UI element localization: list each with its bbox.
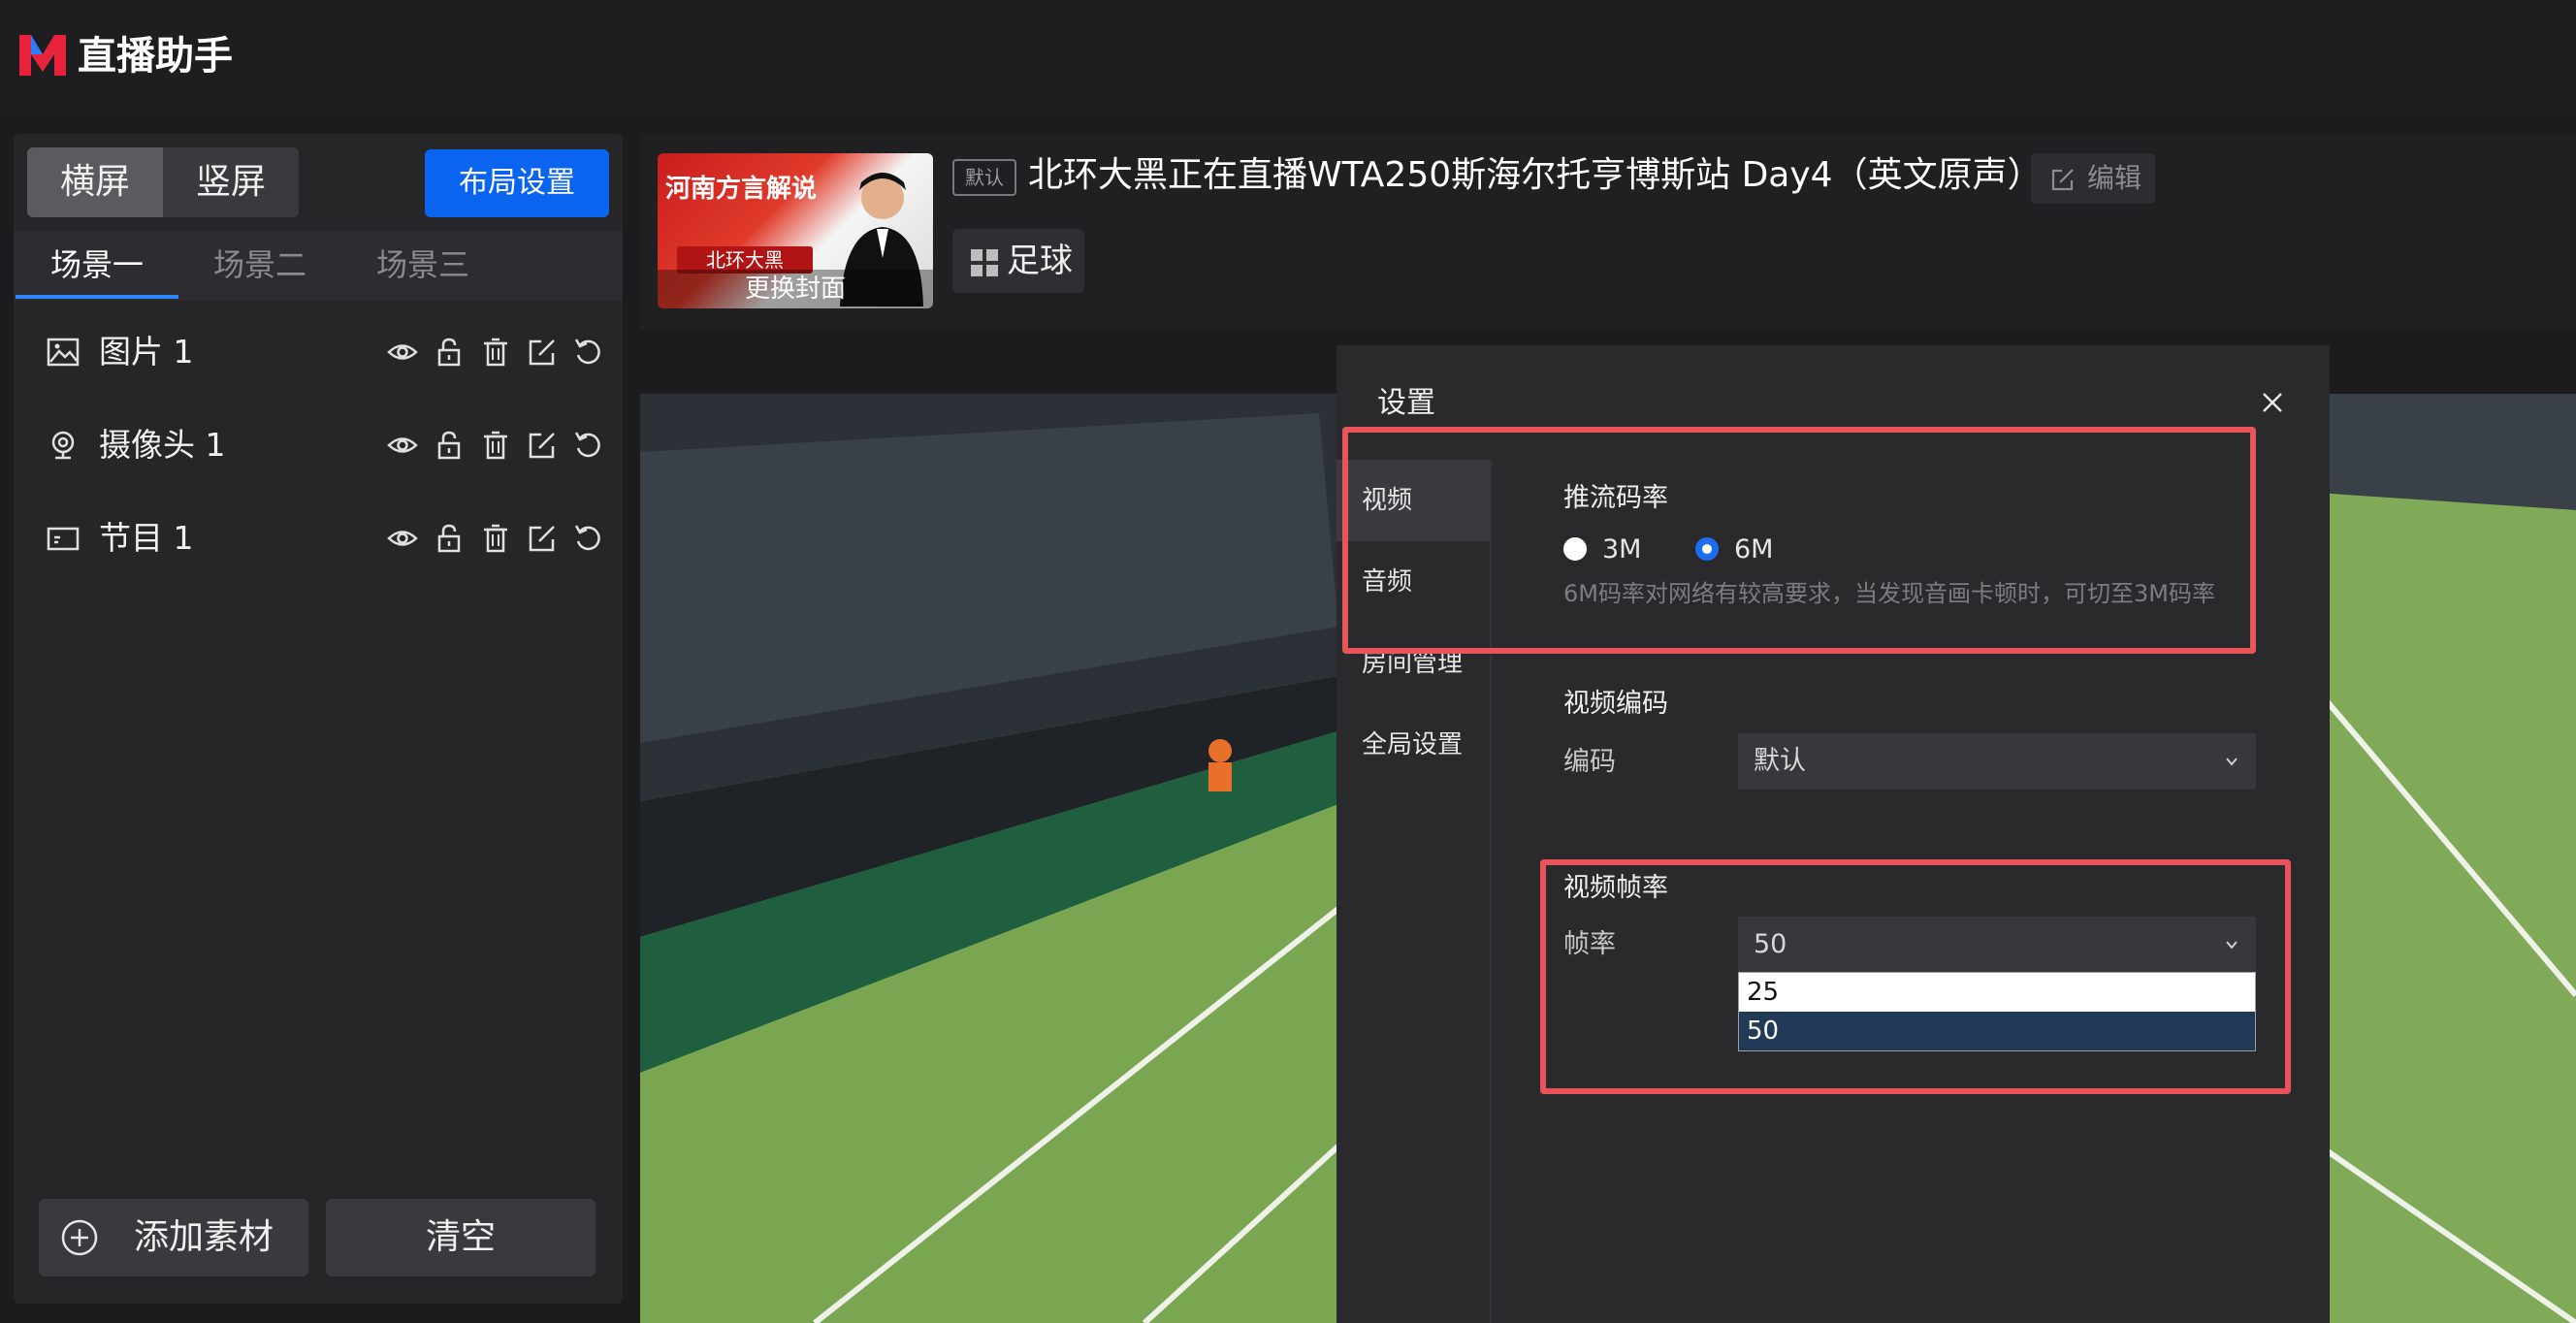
layer-tools bbox=[386, 336, 605, 369]
unlock-icon[interactable] bbox=[433, 522, 466, 555]
edit-icon bbox=[2051, 169, 2074, 191]
settings-nav-global[interactable]: 全局设置 bbox=[1336, 704, 1490, 786]
layer-label: 摄像头 1 bbox=[99, 426, 226, 464]
close-icon[interactable] bbox=[2256, 386, 2289, 419]
clear-button[interactable]: 清空 bbox=[326, 1199, 596, 1276]
camera-icon bbox=[51, 431, 75, 460]
layer-item-program[interactable]: 节目 1 bbox=[29, 504, 611, 572]
app-title: 直播助手 bbox=[78, 34, 233, 79]
add-material-button[interactable]: 添加素材 bbox=[39, 1199, 308, 1276]
bitrate-highlight-box bbox=[1342, 427, 2256, 654]
layer-tools bbox=[386, 522, 605, 555]
image-icon bbox=[47, 338, 80, 367]
encoding-value: 默认 bbox=[1754, 746, 1806, 776]
encoding-section-title: 视频编码 bbox=[1563, 689, 1668, 719]
app-logo-icon bbox=[19, 35, 66, 76]
trash-icon[interactable] bbox=[479, 522, 512, 555]
framerate-highlight-box bbox=[1540, 859, 2291, 1094]
layer-item-image[interactable]: 图片 1 bbox=[29, 318, 611, 386]
layer-label: 图片 1 bbox=[99, 333, 194, 371]
grid-icon bbox=[971, 249, 998, 276]
category-tag[interactable]: 足球 bbox=[952, 229, 1084, 293]
layer-tools bbox=[386, 429, 605, 462]
layout-settings-button[interactable]: 布局设置 bbox=[425, 149, 609, 217]
trash-icon[interactable] bbox=[479, 429, 512, 462]
horizontal-orientation-button[interactable]: 横屏 bbox=[27, 147, 163, 217]
edit-label: 编辑 bbox=[2087, 162, 2142, 194]
stream-title: 北环大黑正在直播WTA250斯海尔托亨博斯站 Day4（英文原声） bbox=[1028, 155, 2043, 195]
eye-icon[interactable] bbox=[386, 336, 419, 369]
encoding-select[interactable]: 默认 bbox=[1738, 733, 2256, 790]
default-badge: 默认 bbox=[952, 159, 1016, 196]
edit-icon[interactable] bbox=[526, 522, 559, 555]
eye-icon[interactable] bbox=[386, 429, 419, 462]
edit-title-button[interactable]: 编辑 bbox=[2031, 153, 2155, 204]
scene-panel bbox=[14, 134, 623, 1304]
vertical-orientation-button[interactable]: 竖屏 bbox=[163, 147, 299, 217]
category-label: 足球 bbox=[1007, 242, 1073, 280]
refresh-icon[interactable] bbox=[572, 522, 605, 555]
dialog-title: 设置 bbox=[1377, 386, 1435, 420]
encoding-label: 编码 bbox=[1563, 747, 1616, 777]
edit-icon[interactable] bbox=[526, 429, 559, 462]
top-bar bbox=[0, 0, 2576, 116]
trash-icon[interactable] bbox=[479, 336, 512, 369]
unlock-icon[interactable] bbox=[433, 429, 466, 462]
refresh-icon[interactable] bbox=[572, 429, 605, 462]
unlock-icon[interactable] bbox=[433, 336, 466, 369]
edit-icon[interactable] bbox=[526, 336, 559, 369]
plus-circle-icon bbox=[61, 1219, 98, 1256]
eye-icon[interactable] bbox=[386, 522, 419, 555]
tab-scene-1[interactable]: 场景一 bbox=[16, 231, 178, 299]
tab-scene-2[interactable]: 场景二 bbox=[178, 231, 341, 299]
tab-scene-3[interactable]: 场景三 bbox=[341, 231, 504, 299]
cover-headline: 河南方言解说 bbox=[665, 175, 818, 204]
layer-label: 节目 1 bbox=[99, 519, 194, 557]
change-cover-button[interactable]: 更换封面 bbox=[658, 270, 933, 308]
refresh-icon[interactable] bbox=[572, 336, 605, 369]
chevron-down-icon bbox=[2226, 758, 2238, 766]
add-material-label: 添加素材 bbox=[134, 1217, 274, 1257]
stream-cover[interactable]: 河南方言解说 北环大黑 更换封面 bbox=[658, 153, 933, 308]
program-icon bbox=[47, 527, 80, 551]
layer-item-camera[interactable]: 摄像头 1 bbox=[29, 411, 611, 479]
